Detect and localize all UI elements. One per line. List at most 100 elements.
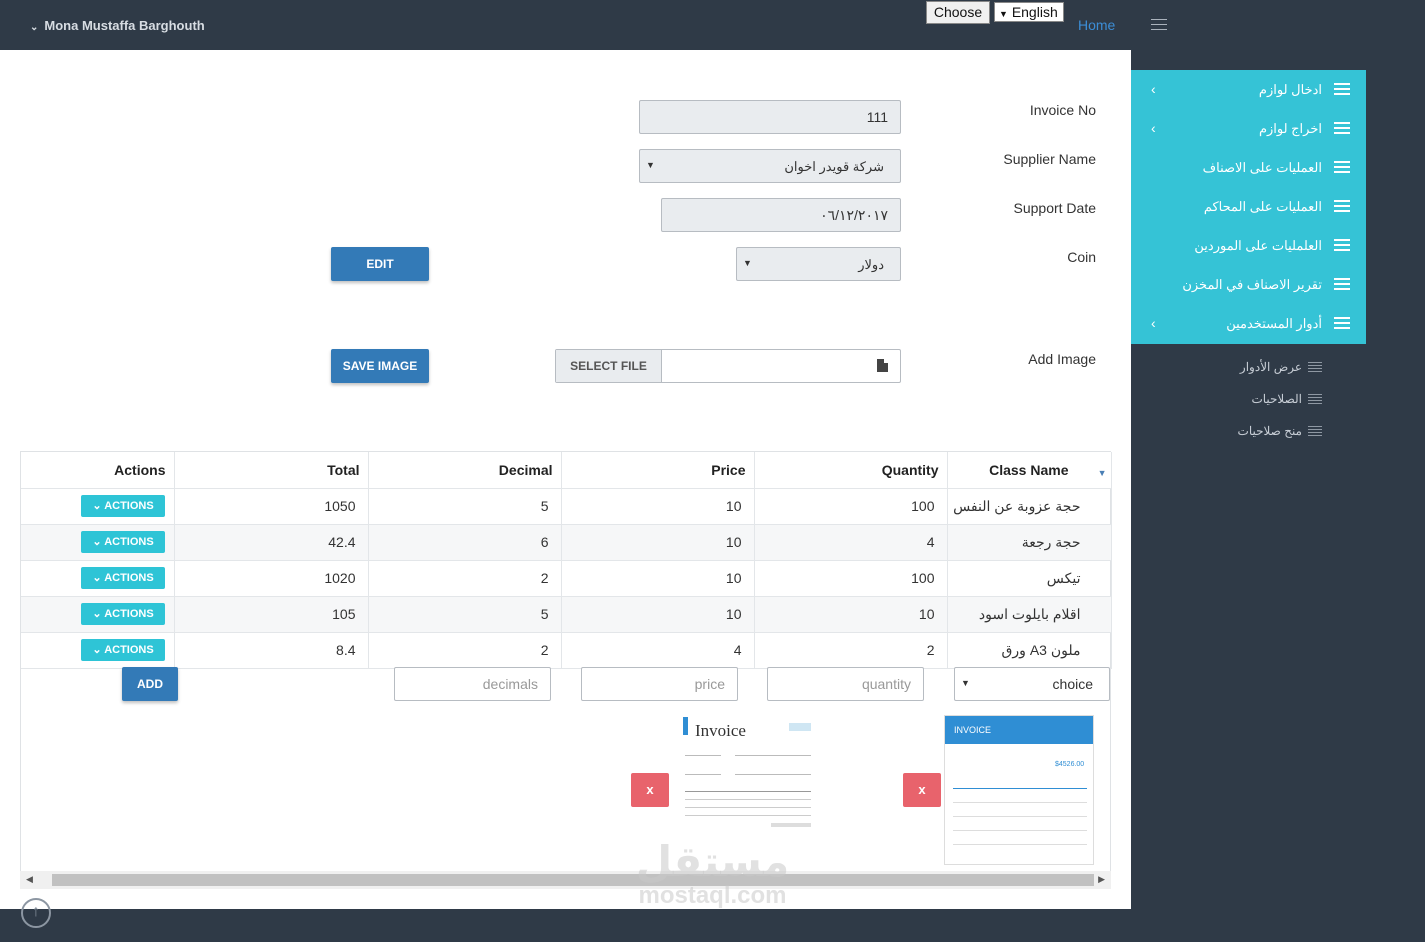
submenu-item-label: الصلاحيات (1251, 392, 1302, 406)
decimals-input[interactable]: decimals (394, 667, 551, 701)
remove-image-button[interactable]: x (903, 773, 941, 807)
column-header-decimal[interactable]: Decimal (368, 452, 562, 489)
list-icon (1334, 83, 1350, 95)
actions-label: ACTIONS (104, 500, 154, 512)
submenu-item-grant-permissions[interactable]: منح صلاحيات (1131, 418, 1366, 450)
file-input[interactable]: SELECT FILE (555, 349, 901, 383)
scroll-to-top-icon[interactable]: ↑ (21, 898, 51, 928)
table-row[interactable]: ⌄ ACTIONS 1020 2 10 100 تيكس (21, 560, 1112, 597)
edit-button[interactable]: EDIT (331, 247, 429, 281)
sidebar-item-label: العلمليات على الموردين (1194, 238, 1322, 253)
total-cell: 1050 (174, 488, 369, 525)
thumbnail-decor (789, 723, 811, 731)
user-name: Mona Mustaffa Barghouth (44, 18, 205, 33)
decimal-cell: 2 (368, 632, 562, 669)
support-date-value: ٠٦/١٢/٢٠١٧ (820, 207, 888, 223)
price-cell: 10 (561, 488, 755, 525)
support-date-input[interactable]: ٠٦/١٢/٢٠١٧ (661, 198, 901, 232)
column-header-quantity[interactable]: Quantity (754, 452, 948, 489)
submenu-item-view-roles[interactable]: عرض الأدوار (1131, 354, 1366, 386)
sidebar-item-label: اخراج لوازم (1258, 121, 1322, 136)
actions-cell: ⌄ ACTIONS (21, 632, 175, 669)
horizontal-scrollbar[interactable]: ◀ ▶ (20, 871, 1111, 889)
actions-dropdown-button[interactable]: ⌄ ACTIONS (81, 639, 165, 661)
actions-cell: ⌄ ACTIONS (21, 488, 175, 525)
actions-label: ACTIONS (104, 608, 154, 620)
chevron-down-icon: ⌄ (30, 22, 39, 33)
language-select[interactable]: ▼ English (994, 2, 1064, 22)
supplier-name-value: شركة قويدر اخوان (784, 159, 884, 174)
scroll-left-arrow-icon[interactable]: ◀ (26, 874, 33, 885)
quantity-cell: 4 (754, 524, 948, 561)
sort-caret-icon[interactable]: ▼ (1098, 468, 1107, 478)
class-name-cell: تيكس (947, 560, 1112, 597)
table-row[interactable]: ⌄ ACTIONS 105 5 10 10 اقلام بايلوت اسود (21, 596, 1112, 633)
scrollbar-thumb[interactable] (52, 874, 1094, 886)
coin-select[interactable]: ▼ دولار (736, 247, 901, 281)
home-link[interactable]: Home (1078, 17, 1115, 33)
invoice-no-value: 111 (866, 109, 888, 125)
sidebar-item-label: ادخال لوازم (1258, 82, 1322, 97)
class-name-cell: اقلام بايلوت اسود (947, 596, 1112, 633)
sidebar-item-supplies-input[interactable]: ‹ ادخال لوازم (1131, 70, 1366, 109)
sidebar-item-court-operations[interactable]: العمليات على المحاكم (1131, 187, 1366, 226)
class-choice-select[interactable]: ▼ choice (954, 667, 1110, 701)
hamburger-menu-icon[interactable] (1151, 19, 1167, 31)
column-header-class-name[interactable]: Class Name ▼ (947, 452, 1112, 489)
price-cell: 10 (561, 596, 755, 633)
select-file-button[interactable]: SELECT FILE (556, 350, 662, 382)
list-icon (1334, 161, 1350, 173)
sidebar-submenu: عرض الأدوار الصلاحيات منح صلاحيات (1131, 354, 1366, 450)
list-icon (1334, 239, 1350, 251)
price-cell: 10 (561, 560, 755, 597)
caret-down-icon: ▼ (743, 258, 752, 268)
table-header-row: Actions Total Decimal Price Quantity Cla… (21, 452, 1112, 489)
table-row[interactable]: ⌄ ACTIONS 8.4 2 4 2 ورق A3 ملون (21, 632, 1112, 669)
choose-button[interactable]: Choose (926, 1, 990, 24)
actions-label: ACTIONS (104, 536, 154, 548)
sidebar-item-supplies-output[interactable]: ‹ اخراج لوازم (1131, 109, 1366, 148)
chevron-down-icon: ⌄ (92, 644, 102, 656)
column-header-total[interactable]: Total (174, 452, 369, 489)
quantity-input[interactable]: quantity (767, 667, 924, 701)
chevron-down-icon: ⌄ (92, 608, 102, 620)
actions-dropdown-button[interactable]: ⌄ ACTIONS (81, 603, 165, 625)
sidebar-item-user-roles[interactable]: ‹ أدوار المستخدمين (1131, 304, 1366, 343)
supplier-name-select[interactable]: ▼ شركة قويدر اخوان (639, 149, 901, 183)
remove-image-button[interactable]: x (631, 773, 669, 807)
watermark-url: mostaql.com (638, 882, 787, 909)
decimal-cell: 5 (368, 488, 562, 525)
sidebar-item-stock-report[interactable]: تقرير الاصناف في المخزن (1131, 265, 1366, 304)
invoice-no-input[interactable]: 111 (639, 100, 901, 134)
actions-dropdown-button[interactable]: ⌄ ACTIONS (81, 531, 165, 553)
sidebar-item-supplier-operations[interactable]: العلمليات على الموردين (1131, 226, 1366, 265)
actions-dropdown-button[interactable]: ⌄ ACTIONS (81, 495, 165, 517)
list-icon (1334, 200, 1350, 212)
list-icon (1334, 317, 1350, 329)
table-row[interactable]: ⌄ ACTIONS 42.4 6 10 4 حجة رجعة (21, 524, 1112, 561)
sidebar-item-class-operations[interactable]: العمليات على الاصناف (1131, 148, 1366, 187)
column-header-price[interactable]: Price (561, 452, 755, 489)
caret-down-icon: ▼ (646, 160, 655, 170)
table-row[interactable]: ⌄ ACTIONS 1050 5 10 100 حجة عزوبة عن الن… (21, 488, 1112, 525)
actions-cell: ⌄ ACTIONS (21, 524, 175, 561)
scroll-right-arrow-icon[interactable]: ▶ (1098, 874, 1105, 885)
add-row-button[interactable]: ADD (122, 667, 178, 701)
thumbnail-title: INVOICE (954, 725, 992, 735)
thumbnail-amount: $4526.00 (1055, 761, 1085, 768)
sidebar-item-label: أدوار المستخدمين (1226, 316, 1322, 331)
price-input[interactable]: price (581, 667, 738, 701)
invoice-image-thumbnail-2[interactable]: INVOICE $4526.00 (944, 715, 1094, 865)
list-icon (1308, 426, 1322, 436)
column-header-actions[interactable]: Actions (21, 452, 175, 489)
chevron-down-icon: ⌄ (92, 500, 102, 512)
save-image-button[interactable]: SAVE IMAGE (331, 349, 429, 383)
user-menu[interactable]: ⌄ Mona Mustaffa Barghouth (30, 18, 205, 33)
submenu-item-permissions[interactable]: الصلاحيات (1131, 386, 1366, 418)
actions-dropdown-button[interactable]: ⌄ ACTIONS (81, 567, 165, 589)
coin-value: دولار (858, 257, 884, 272)
invoice-image-thumbnail-1[interactable]: Invoice (681, 715, 815, 830)
chevron-left-icon: ‹ (1151, 81, 1156, 97)
total-cell: 42.4 (174, 524, 369, 561)
invoice-no-label: Invoice No (1029, 102, 1096, 118)
